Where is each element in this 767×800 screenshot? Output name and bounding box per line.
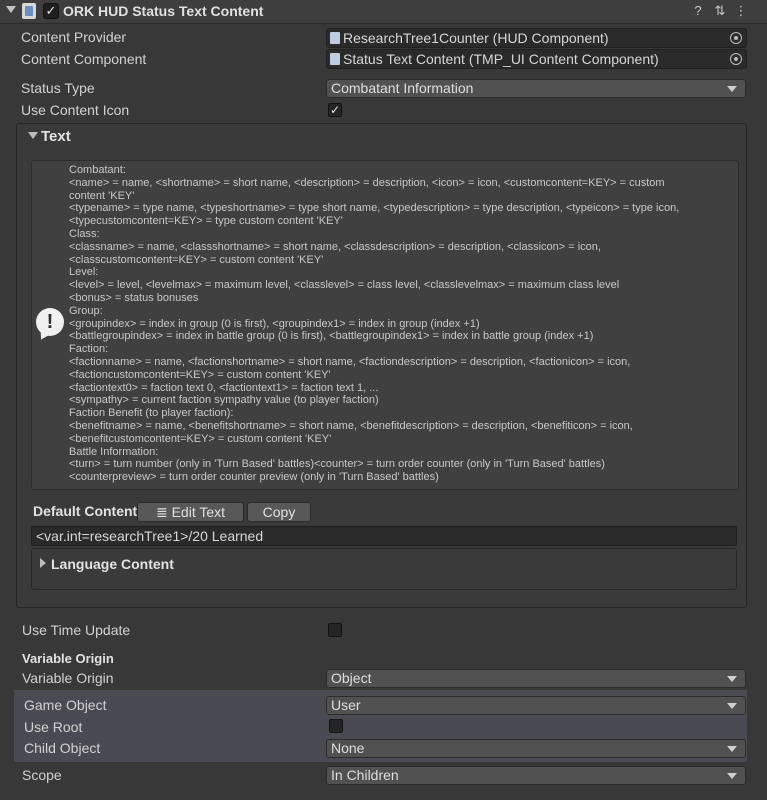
chevron-down-icon: [727, 676, 737, 682]
child-object-dropdown[interactable]: None: [326, 739, 746, 758]
help-line: <name> = name, <shortname> = short name,…: [69, 176, 665, 189]
text-section-title[interactable]: Text: [41, 128, 71, 145]
game-object-label: Game Object: [24, 697, 107, 713]
help-line: <benefitname> = name, <benefitshortname>…: [69, 420, 633, 432]
help-line: <typecustomcontent=KEY> = type custom co…: [69, 215, 343, 228]
content-component-field[interactable]: Status Text Content (TMP_UI Content Comp…: [326, 49, 747, 69]
scope-label: Scope: [22, 767, 62, 783]
language-content-label[interactable]: Language Content: [51, 556, 174, 572]
help-line: <turn> = turn number (only in 'Turn Base…: [69, 458, 605, 471]
help-line: <bonus> = status bonuses: [69, 292, 199, 304]
component-header: ✓ ORK HUD Status Text Content ? ⇅ ⋮: [0, 0, 767, 24]
collapse-arrow-icon[interactable]: [6, 6, 16, 13]
object-picker-icon[interactable]: [730, 53, 742, 65]
help-line: <classname> = name, <classshortname> = s…: [69, 240, 601, 253]
use-content-icon-label: Use Content Icon: [21, 102, 130, 118]
help-line: <factionname> = name, <factionshortname>…: [69, 356, 631, 368]
help-line: <classcustomcontent=KEY> = custom conten…: [69, 253, 324, 266]
help-line: Battle Information:: [69, 445, 159, 458]
chevron-down-icon: [727, 773, 737, 779]
component-enabled-checkbox[interactable]: ✓: [43, 3, 59, 19]
help-line: <groupindex> = index in group (0 is firs…: [69, 317, 480, 330]
help-line: <battlegroupindex> = index in battle gro…: [69, 330, 594, 343]
copy-button[interactable]: Copy: [247, 502, 311, 522]
help-line: content 'KEY': [69, 189, 135, 202]
use-root-label: Use Root: [24, 719, 83, 735]
content-provider-field[interactable]: ResearchTree1Counter (HUD Component): [326, 28, 747, 48]
use-time-update-label: Use Time Update: [22, 622, 131, 638]
status-type-label: Status Type: [21, 80, 95, 96]
help-line: <factioncustomcontent=KEY> = custom cont…: [69, 368, 331, 381]
help-icon[interactable]: ?: [690, 3, 706, 19]
chevron-down-icon: [727, 86, 737, 92]
edit-text-label: Edit Text: [171, 504, 226, 520]
edit-text-button[interactable]: ≣ Edit Text: [137, 502, 244, 522]
variable-origin-header: Variable Origin: [22, 651, 114, 666]
default-content-input[interactable]: <var.int=researchTree1>/20 Learned: [31, 526, 737, 546]
content-provider-value: ResearchTree1Counter (HUD Component): [343, 30, 609, 46]
help-line: Class:: [69, 228, 100, 240]
object-picker-icon[interactable]: [730, 32, 742, 44]
more-menu-icon[interactable]: ⋮: [733, 3, 749, 19]
game-object-value: User: [331, 697, 361, 713]
game-object-dropdown[interactable]: User: [326, 696, 746, 715]
chevron-down-icon: [727, 746, 737, 752]
default-content-label: Default Content: [33, 503, 138, 519]
scope-value: In Children: [331, 767, 399, 783]
content-provider-label: Content Provider: [21, 29, 127, 45]
status-type-value: Combatant Information: [331, 80, 474, 96]
use-root-checkbox[interactable]: [329, 719, 343, 733]
foldout-closed-icon[interactable]: [40, 558, 46, 568]
help-line: <sympathy> = current faction sympathy va…: [69, 394, 379, 407]
script-icon: [22, 3, 36, 19]
scope-dropdown[interactable]: In Children: [326, 766, 746, 785]
variable-origin-dropdown[interactable]: Object: [326, 669, 746, 688]
settings-sliders-icon[interactable]: ⇅: [712, 3, 728, 19]
help-line: <counterpreview> = turn order counter pr…: [69, 471, 439, 484]
info-icon: !: [36, 308, 64, 336]
use-content-icon-checkbox[interactable]: ✓: [328, 103, 342, 117]
chevron-down-icon: [727, 703, 737, 709]
help-line: Level:: [69, 266, 99, 279]
variable-origin-label: Variable Origin: [22, 670, 114, 686]
help-line: Faction:: [69, 343, 109, 356]
content-component-label: Content Component: [21, 51, 147, 67]
script-component-icon: [330, 53, 340, 65]
help-line: Faction Benefit (to player faction):: [69, 407, 234, 420]
help-line: Group:: [69, 304, 103, 317]
hud-component-icon: [330, 32, 340, 44]
default-content-value: <var.int=researchTree1>/20 Learned: [36, 528, 264, 544]
foldout-open-icon[interactable]: [28, 132, 38, 139]
variable-origin-value: Object: [331, 670, 372, 686]
help-line: <level> = level, <levelmax> = maximum le…: [69, 279, 620, 292]
help-line: Combatant:: [69, 164, 126, 176]
edit-text-icon: ≣: [155, 504, 168, 520]
child-object-label: Child Object: [24, 740, 101, 756]
help-line: <typename> = type name, <typeshortname> …: [69, 202, 680, 215]
use-time-update-checkbox[interactable]: [328, 623, 342, 637]
component-title: ORK HUD Status Text Content: [63, 3, 264, 19]
content-component-value: Status Text Content (TMP_UI Content Comp…: [343, 51, 659, 67]
status-type-dropdown[interactable]: Combatant Information: [326, 79, 746, 98]
child-object-value: None: [331, 740, 365, 756]
help-line: <benefitcustomcontent=KEY> = custom cont…: [69, 432, 332, 445]
help-line: <factiontext0> = faction text 0, <factio…: [69, 381, 379, 394]
